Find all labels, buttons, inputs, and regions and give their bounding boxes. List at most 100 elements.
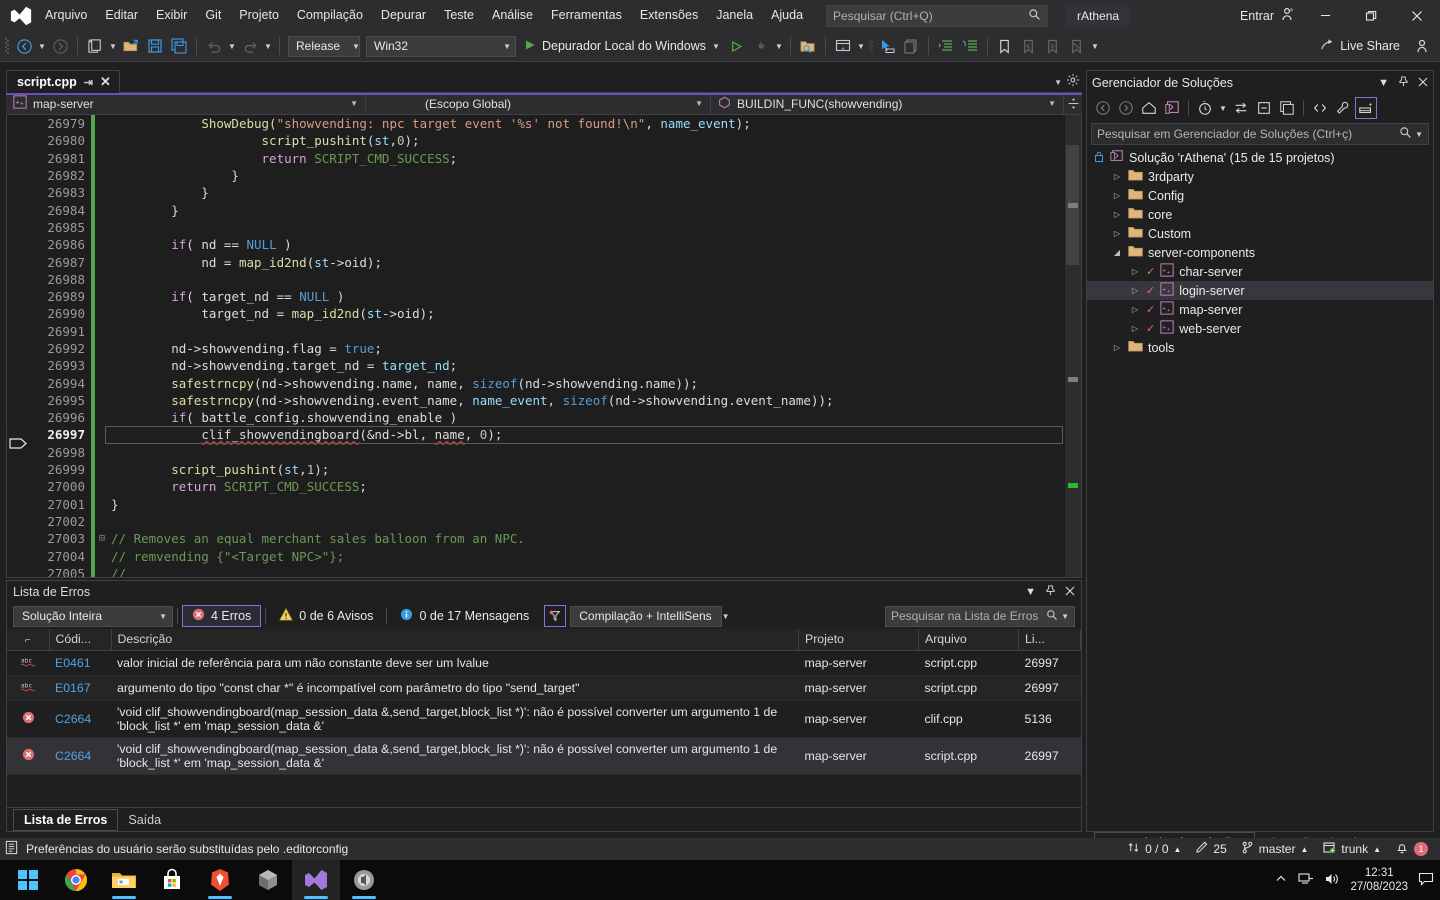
table-row[interactable]: C2664'void clif_showvendingboard(map_ses… [7,737,1081,775]
hot-reload-icon[interactable] [749,34,773,58]
menu-exibir[interactable]: Exibir [147,0,196,31]
chevron-right-icon[interactable]: ▷ [1111,191,1123,200]
bookmark-icon[interactable] [993,34,1017,58]
new-item-dropdown-icon[interactable]: ▼ [107,35,119,57]
close-icon[interactable] [1065,586,1075,599]
pin-icon[interactable] [1398,76,1409,90]
folder-search-icon[interactable] [796,34,820,58]
editor-tab-script-cpp[interactable]: script.cpp ⇥ ✕ [6,70,120,93]
code-line[interactable]: 26989 if( target_nd == NULL ) [7,287,1081,306]
toolbar-grip[interactable] [867,36,875,56]
code-view-icon[interactable] [1309,97,1331,119]
tab-output[interactable]: Saída [118,809,171,831]
taskbar-start-button[interactable] [4,860,52,900]
solution-name-chip[interactable]: rAthena [1066,4,1131,27]
pin-icon[interactable] [1045,585,1056,599]
navigate-forward-icon[interactable] [48,34,72,58]
code-line[interactable]: 26985 [7,218,1081,237]
error-code[interactable]: C2664 [49,737,111,775]
code-line[interactable]: 26987 nd = map_id2nd(st->oid); [7,253,1081,271]
code-line[interactable]: 26988 [7,270,1081,288]
error-list-search-input[interactable]: Pesquisar na Lista de Erros ▼ [885,605,1075,627]
code-line[interactable]: 26982 } [7,166,1081,185]
preview-selected-items-icon[interactable] [1355,97,1377,119]
code-line[interactable]: 26996 if( battle_config.showvending_enab… [7,409,1081,427]
toolbar-overflow-icon[interactable]: ▼ [1089,35,1101,57]
play-outline-icon[interactable] [725,34,749,58]
code-line[interactable]: 26981 return SCRIPT_CMD_SUCCESS; [7,149,1081,167]
pending-changes-icon[interactable] [1194,97,1216,119]
tree-item-char-server[interactable]: ▷ ✓ + + char-server [1087,262,1433,281]
code-line[interactable]: 26984 } [7,201,1081,219]
active-files-chevron-icon[interactable]: ▼ [1054,78,1062,87]
column-project[interactable]: Projeto [798,629,919,651]
messages-filter-toggle[interactable]: 0 de 17 Mensagens [391,605,538,627]
tree-item-core[interactable]: ▷ core [1087,205,1433,224]
window-layout-dropdown-icon[interactable]: ▼ [855,35,867,57]
error-filter-icon[interactable] [544,605,567,627]
toolbar-grip[interactable] [2,36,12,56]
chevron-right-icon[interactable]: ▷ [1111,210,1123,219]
sync-status[interactable]: 0 / 0 ▲ [1127,841,1181,857]
menu-projeto[interactable]: Projeto [230,0,288,31]
code-line[interactable]: 26979 ShowDebug("showvending: npc target… [7,115,1081,133]
taskbar-brave-icon[interactable] [196,860,244,900]
pin-icon[interactable]: ⇥ [84,76,93,89]
navigate-back-icon[interactable] [1092,97,1114,119]
tree-item-Custom[interactable]: ▷ Custom [1087,224,1433,243]
column-file[interactable]: Arquivo [918,629,1019,651]
tab-error-list[interactable]: Lista de Erros [13,809,119,831]
chevron-right-icon[interactable]: ▷ [1111,172,1123,181]
tree-item-tools[interactable]: ▷ tools [1087,338,1433,357]
close-icon[interactable] [1418,77,1428,90]
column-line[interactable]: Li... [1018,629,1081,651]
menu-janela[interactable]: Janela [707,0,762,31]
menu-git[interactable]: Git [196,0,230,31]
menu-extensoes[interactable]: Extensões [631,0,707,31]
window-layout-icon[interactable] [831,34,855,58]
code-line[interactable]: 26992 nd->showvending.flag = true; [7,339,1081,358]
taskbar-chrome-icon[interactable] [52,860,100,900]
chevron-right-icon[interactable]: ▷ [1111,229,1123,238]
pending-changes-status[interactable]: 25 [1195,841,1227,857]
solution-configuration-combo[interactable]: Release ▼ [288,35,360,57]
home-icon[interactable] [1138,97,1160,119]
show-all-files-icon[interactable] [1276,97,1298,119]
save-icon[interactable] [143,34,167,58]
bookmark-clear-icon[interactable] [1065,34,1089,58]
chevron-right-icon[interactable]: ▷ [1129,267,1141,276]
collapse-all-icon[interactable] [1253,97,1275,119]
tree-item-login-server[interactable]: ▷ ✓ + + login-server [1087,281,1433,300]
tree-item-map-server[interactable]: ▷ ✓ + + map-server [1087,300,1433,319]
close-icon[interactable]: ✕ [100,74,111,90]
table-row[interactable]: C2664'void clif_showvendingboard(map_ses… [7,700,1081,738]
chevron-right-icon[interactable]: ▷ [1129,305,1141,314]
notifications-status[interactable]: 1 [1395,841,1428,858]
chevron-right-icon[interactable]: ▷ [1129,324,1141,333]
tree-item-server-components[interactable]: ◢ server-components [1087,243,1433,262]
taskbar-gray-cube-icon[interactable] [244,860,292,900]
code-line[interactable]: 26999 script_pushint(st,1); [7,460,1081,479]
show-hidden-icons-icon[interactable] [1274,872,1288,889]
minimize-icon[interactable] [1302,0,1348,31]
code-line[interactable]: 26995 safestrncpy(nd->showvending.event_… [7,391,1081,410]
tree-item-3rdparty[interactable]: ▷ 3rdparty [1087,167,1433,186]
network-icon[interactable] [1298,872,1314,889]
error-scope-combo[interactable]: Solução Inteira ▼ [13,605,173,627]
navigate-forward-icon[interactable] [1115,97,1137,119]
navigate-back-dropdown-icon[interactable]: ▼ [36,35,48,57]
error-code[interactable]: E0167 [49,675,111,701]
solution-icon[interactable] [1161,97,1183,119]
bookmark-next-icon[interactable] [1041,34,1065,58]
undo-icon[interactable] [202,34,226,58]
chevron-down-icon[interactable]: ▼ [1025,586,1036,598]
feedback-person-icon[interactable] [1410,34,1434,58]
live-share-button[interactable]: Live Share [1314,34,1406,58]
editor-vertical-scrollbar[interactable] [1065,115,1081,577]
column-description[interactable]: Descrição [111,629,799,651]
indent-icon[interactable] [934,34,958,58]
menu-compilacao[interactable]: Compilação [288,0,372,31]
code-line[interactable]: 27003 ⊟// Removes an equal merchant sales… [7,530,1081,548]
comment-icon[interactable] [899,34,923,58]
warnings-filter-toggle[interactable]: 0 de 6 Avisos [270,605,382,627]
